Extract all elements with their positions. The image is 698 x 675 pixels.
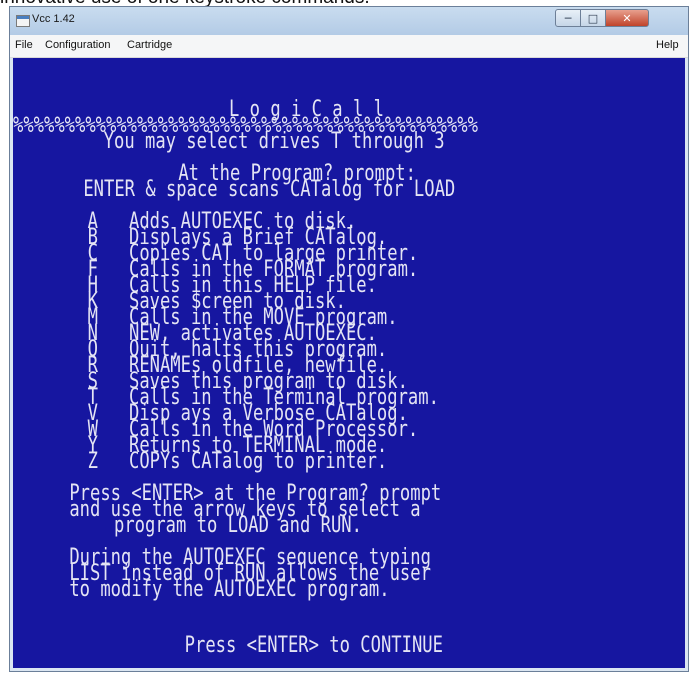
- screen-line: to modify the AUTOEXEC program.: [13, 577, 685, 602]
- emulator-screen[interactable]: L o g i C a l l%%%%%%%%%%%%%%%%%%%%%%%%%…: [13, 58, 685, 668]
- screen-line: Z COPYs CATalog to printer.: [13, 449, 685, 474]
- maximize-button[interactable]: □: [580, 9, 606, 27]
- close-icon: ✕: [622, 11, 632, 25]
- screen-line-text: You may select drives T through 3: [83, 129, 445, 154]
- title-bar[interactable]: Vcc 1.42 ─ □ ✕: [10, 7, 688, 35]
- screen-line: ENTER & space scans CATalog for LOAD: [13, 177, 685, 202]
- close-button[interactable]: ✕: [605, 9, 649, 27]
- maximize-icon: □: [587, 11, 599, 25]
- window-title: Vcc 1.42: [32, 13, 75, 25]
- screen-line: program to LOAD and RUN.: [13, 513, 685, 538]
- screen-line-text: Press <ENTER> to CONTINUE: [133, 633, 443, 658]
- menu-bar: File Configuration Cartridge Help: [10, 35, 688, 58]
- minimize-button[interactable]: ─: [555, 9, 581, 27]
- menu-configuration[interactable]: Configuration: [45, 39, 110, 51]
- menu-cartridge[interactable]: Cartridge: [127, 39, 172, 51]
- screen-line-text: Z COPYs CATalog to printer.: [67, 449, 388, 474]
- screen-line-text: ENTER & space scans CATalog for LOAD: [73, 177, 456, 202]
- screen-line-text: to modify the AUTOEXEC program.: [59, 577, 390, 602]
- menu-help[interactable]: Help: [656, 39, 679, 51]
- minimize-icon: ─: [564, 11, 572, 25]
- emulator-window: Vcc 1.42 ─ □ ✕ File Configuration Cartri…: [9, 6, 689, 672]
- app-icon: [16, 15, 30, 27]
- screen-line: Press <ENTER> to CONTINUE: [13, 633, 685, 658]
- menu-file[interactable]: File: [15, 39, 33, 51]
- screen-line-text: program to LOAD and RUN.: [83, 513, 362, 538]
- screen-line: You may select drives T through 3: [13, 129, 685, 154]
